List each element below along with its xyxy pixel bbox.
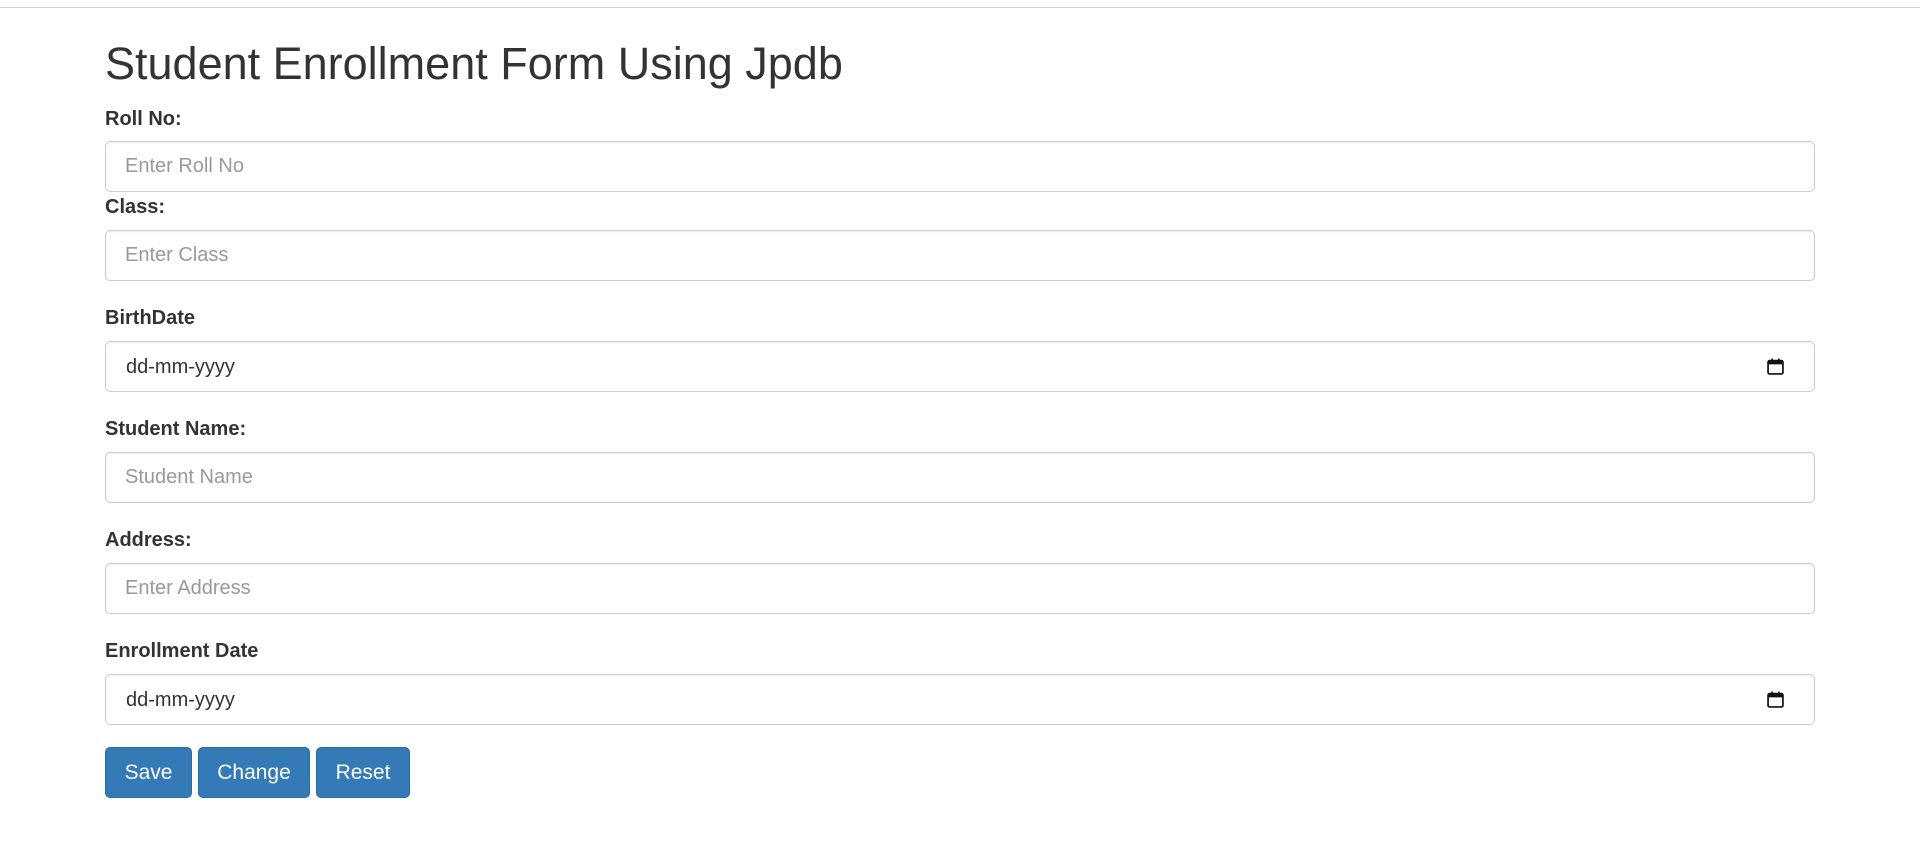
address-input[interactable] bbox=[105, 563, 1815, 614]
top-divider bbox=[0, 7, 1920, 8]
change-button[interactable]: Change bbox=[198, 747, 310, 798]
calendar-icon[interactable] bbox=[1767, 358, 1784, 375]
enrollment-date-placeholder: dd-mm-yyyy bbox=[126, 689, 235, 711]
birth-date-placeholder: dd-mm-yyyy bbox=[126, 356, 235, 378]
roll-no-label: Roll No: bbox=[105, 108, 182, 130]
student-name-input[interactable] bbox=[105, 452, 1815, 503]
enrollment-date-input[interactable]: dd-mm-yyyy bbox=[105, 674, 1815, 725]
roll-no-input[interactable] bbox=[105, 141, 1815, 192]
birth-date-input[interactable]: dd-mm-yyyy bbox=[105, 341, 1815, 392]
calendar-icon[interactable] bbox=[1767, 691, 1784, 708]
student-name-label: Student Name: bbox=[105, 418, 247, 440]
save-button[interactable]: Save bbox=[105, 747, 192, 798]
address-label: Address: bbox=[105, 529, 192, 551]
page-title: Student Enrollment Form Using Jpdb bbox=[105, 38, 843, 89]
class-label: Class: bbox=[105, 196, 166, 218]
reset-button[interactable]: Reset bbox=[316, 747, 410, 798]
birth-date-label: BirthDate bbox=[105, 307, 196, 329]
class-input[interactable] bbox=[105, 230, 1815, 281]
enrollment-date-label: Enrollment Date bbox=[105, 640, 259, 662]
